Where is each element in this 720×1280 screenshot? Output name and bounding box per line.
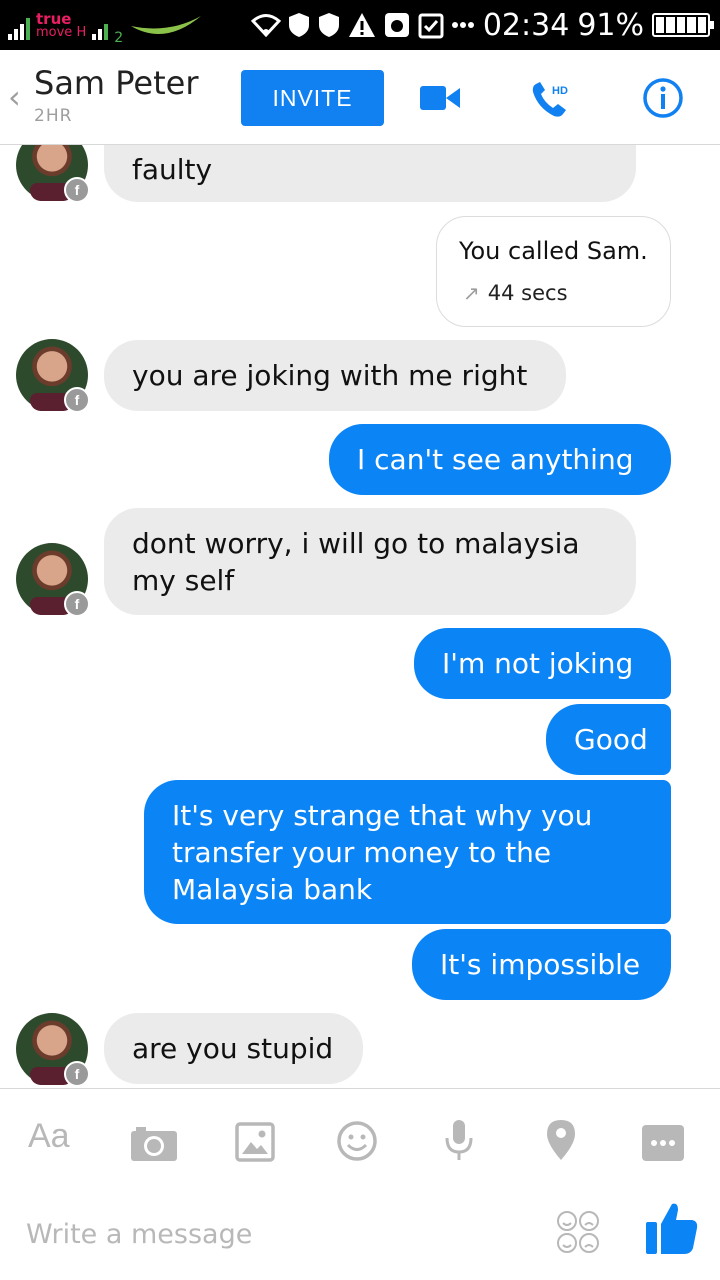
more-dots-icon [451, 22, 474, 28]
facebook-badge-icon: f [64, 177, 90, 203]
carrier-label: true move H [36, 12, 87, 40]
status-icons [250, 11, 475, 39]
message-text: are you stupid [132, 1032, 334, 1065]
carrier-line2: move H [36, 25, 87, 40]
status-bar: true move H 2 02:34 91% [0, 0, 720, 50]
hd-label: HD [552, 85, 568, 97]
video-icon[interactable] [420, 84, 460, 112]
signal-sim2-icon [92, 12, 109, 40]
facebook-badge-icon: f [64, 387, 90, 413]
call-duration-text: 44 secs [487, 281, 568, 305]
contact-name[interactable]: Sam Peter [34, 64, 199, 102]
shield-icon [288, 13, 309, 37]
more-icon[interactable] [642, 1118, 684, 1168]
composer [0, 1184, 720, 1280]
outgoing-message[interactable]: It's very strange that why you transfer … [144, 780, 671, 924]
clock: 02:34 [482, 7, 570, 43]
back-button[interactable]: ‹ [8, 78, 21, 116]
message-text: It's very strange that why you transfer … [172, 798, 593, 906]
emoji-icon[interactable] [336, 1116, 378, 1166]
invite-button[interactable]: INVITE [241, 70, 384, 126]
outgoing-message[interactable]: It's impossible [412, 929, 671, 1000]
message-text: I'm not joking [442, 647, 634, 680]
incoming-message[interactable]: are you stupid [104, 1013, 363, 1084]
outgoing-message[interactable]: Good [546, 704, 671, 775]
outgoing-message[interactable]: I'm not joking [414, 628, 671, 699]
shield-icon [318, 13, 339, 37]
message-input[interactable] [24, 1210, 528, 1258]
facebook-badge-icon: f [64, 591, 90, 617]
signal-icon [8, 12, 30, 40]
wifi-icon [250, 14, 281, 37]
status-left: true move H 2 [8, 6, 203, 46]
outgoing-call-arrow-icon: ↗ [463, 281, 480, 305]
incoming-message[interactable]: you are joking with me right [104, 340, 566, 411]
camera-icon[interactable] [130, 1119, 178, 1169]
avatar[interactable]: f [16, 339, 90, 413]
contact-last-active: 2HR [34, 106, 73, 126]
message-text: you are joking with me right [132, 359, 528, 392]
carrier-swoosh-icon [131, 16, 202, 34]
call-log-card[interactable]: You called Sam. ↗ 44 secs [436, 216, 671, 327]
text-format-icon[interactable]: Aa [28, 1111, 70, 1161]
message-text: faulty [132, 153, 213, 186]
battery-percent: 91% [577, 7, 644, 43]
gallery-icon[interactable] [235, 1117, 275, 1167]
avatar[interactable]: f [16, 1013, 90, 1087]
phone-hd-icon[interactable]: HD [530, 80, 574, 120]
sim2-label: 2 [114, 30, 124, 46]
avatar[interactable]: f [16, 145, 90, 203]
message-text: I can't see anything [357, 443, 634, 476]
conversation-header: ‹ Sam Peter 2HR INVITE HD [0, 50, 720, 145]
composer-toolbar: Aa [0, 1088, 720, 1185]
outgoing-message[interactable]: I can't see anything [329, 424, 671, 495]
incoming-message[interactable]: faulty [104, 145, 636, 202]
clipboard-check-icon [418, 13, 444, 39]
incoming-message[interactable]: dont worry, i will go to malaysia my sel… [104, 508, 636, 615]
status-right: 02:34 91% [250, 0, 714, 50]
message-thread[interactable]: f faulty You called Sam. ↗ 44 secs f you… [0, 145, 720, 1088]
message-text: Good [574, 723, 648, 756]
warning-icon [348, 13, 375, 37]
call-duration: ↗ 44 secs [463, 281, 568, 305]
facebook-badge-icon: f [64, 1061, 90, 1087]
sticker-icon[interactable] [556, 1210, 600, 1254]
camera-app-icon [384, 13, 409, 37]
message-text: It's impossible [440, 948, 641, 981]
battery-icon [652, 13, 714, 37]
message-text: dont worry, i will go to malaysia my sel… [132, 526, 580, 597]
avatar[interactable]: f [16, 543, 90, 617]
like-thumb-icon[interactable] [644, 1200, 700, 1256]
call-log-title: You called Sam. [459, 237, 648, 265]
microphone-icon[interactable] [444, 1115, 474, 1165]
location-icon[interactable] [545, 1115, 577, 1165]
info-icon[interactable] [642, 77, 684, 119]
